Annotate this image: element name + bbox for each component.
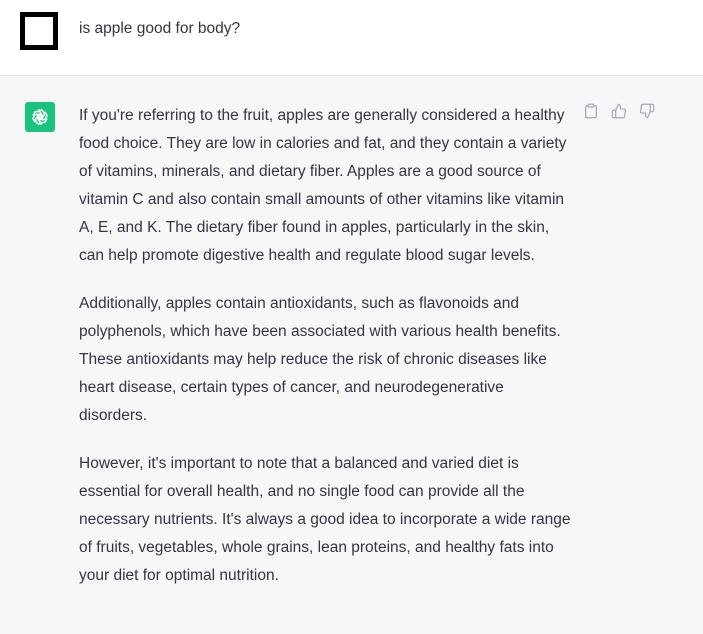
answer-paragraph: If you're referring to the fruit, apples…: [79, 107, 567, 264]
assistant-message-row: If you're referring to the fruit, apples…: [0, 76, 703, 634]
answer-paragraph: Additionally, apples contain antioxidant…: [79, 295, 561, 424]
thumbs-down-button[interactable]: [638, 102, 656, 120]
thumbs-down-icon: [639, 103, 655, 119]
openai-logo-icon: [32, 109, 48, 125]
user-message-row: is apple good for body?: [0, 0, 703, 76]
assistant-avatar: [25, 102, 55, 132]
assistant-message-text: If you're referring to the fruit, apples…: [79, 102, 571, 610]
clipboard-icon: [585, 103, 597, 119]
message-actions: [582, 102, 656, 120]
answer-paragraph: However, it's important to note that a b…: [79, 455, 571, 584]
chat-thread: is apple good for body? If you're referr…: [0, 0, 703, 634]
thumbs-up-icon: [611, 103, 627, 119]
user-message-text: is apple good for body?: [79, 20, 241, 37]
thumbs-up-button[interactable]: [610, 102, 628, 120]
user-avatar: [20, 12, 58, 50]
copy-button[interactable]: [582, 102, 600, 120]
